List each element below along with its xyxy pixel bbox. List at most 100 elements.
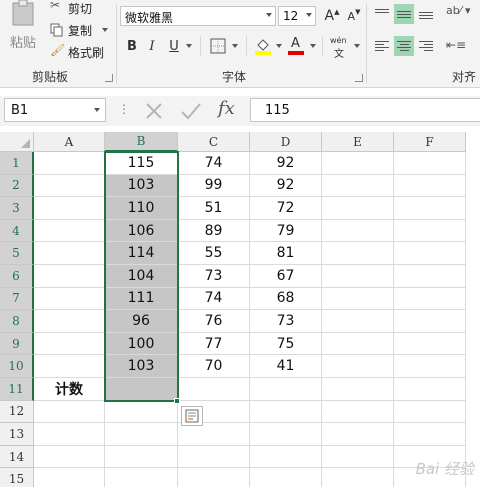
cell-b10[interactable]: 103 [105, 355, 178, 378]
align-left-button[interactable] [372, 36, 392, 56]
cell-a6[interactable] [34, 265, 105, 288]
cell-c2[interactable]: 99 [178, 174, 250, 198]
cell-d9[interactable]: 75 [250, 332, 322, 356]
cell-c4[interactable]: 89 [178, 219, 250, 243]
cell-e15[interactable] [322, 468, 394, 487]
cell-a14[interactable] [34, 445, 105, 469]
cell-e11[interactable] [322, 378, 394, 401]
row-header-3[interactable]: 3 [0, 197, 34, 220]
cell-c6[interactable]: 73 [178, 265, 250, 288]
cell-a8[interactable] [34, 310, 105, 333]
clipboard-launcher-icon[interactable] [105, 74, 113, 82]
column-header-b[interactable]: B [105, 132, 178, 152]
cell-f11[interactable] [394, 378, 466, 401]
font-color-dropdown-icon[interactable] [310, 44, 316, 48]
cell-a7[interactable] [34, 287, 105, 311]
cell-c14[interactable] [178, 445, 250, 469]
cell-f2[interactable] [394, 174, 466, 198]
font-size-dropdown[interactable]: 12 [278, 6, 316, 26]
cell-a4[interactable] [34, 219, 105, 243]
cell-e1[interactable] [322, 152, 394, 175]
cell-f10[interactable] [394, 355, 466, 378]
cell-f7[interactable] [394, 287, 466, 311]
cell-c10[interactable]: 70 [178, 355, 250, 378]
cell-f9[interactable] [394, 332, 466, 356]
shrink-font-button[interactable]: A ▼ [344, 6, 364, 26]
cell-e9[interactable] [322, 332, 394, 356]
row-header-11[interactable]: 11 [0, 378, 34, 401]
bold-button[interactable]: B [124, 36, 140, 56]
cell-d12[interactable] [250, 400, 322, 424]
font-launcher-icon[interactable] [355, 74, 363, 82]
row-header-14[interactable]: 14 [0, 445, 34, 469]
cell-e12[interactable] [322, 400, 394, 424]
cell-c11[interactable] [178, 378, 250, 401]
font-name-dropdown[interactable]: 微软雅黑 [120, 6, 276, 26]
cell-b11[interactable] [105, 378, 178, 401]
phonetic-button[interactable]: wén 文 [330, 36, 352, 60]
cell-d2[interactable]: 92 [250, 174, 322, 198]
cell-f6[interactable] [394, 265, 466, 288]
underline-dropdown-icon[interactable] [186, 44, 192, 48]
borders-dropdown-icon[interactable] [232, 44, 238, 48]
decrease-indent-icon[interactable]: ⇤≡ [446, 38, 466, 52]
cell-d10[interactable]: 41 [250, 355, 322, 378]
cell-d15[interactable] [250, 468, 322, 487]
cell-a3[interactable] [34, 197, 105, 220]
cell-f1[interactable] [394, 152, 466, 175]
row-header-10[interactable]: 10 [0, 355, 34, 378]
column-header-c[interactable]: C [178, 132, 250, 152]
cell-b14[interactable] [105, 445, 178, 469]
column-header-e[interactable]: E [322, 132, 394, 152]
italic-button[interactable]: I [144, 36, 160, 56]
cell-a1[interactable] [34, 152, 105, 175]
cell-d8[interactable]: 73 [250, 310, 322, 333]
cell-f5[interactable] [394, 242, 466, 265]
row-header-9[interactable]: 9 [0, 332, 34, 356]
insert-function-button[interactable]: fx [218, 98, 235, 119]
fill-handle[interactable] [174, 397, 180, 404]
cell-a11[interactable]: 计数 [34, 378, 105, 401]
phonetic-dropdown-icon[interactable] [354, 44, 360, 48]
cell-f3[interactable] [394, 197, 466, 220]
copy-dropdown-icon[interactable] [102, 28, 108, 32]
cell-d4[interactable]: 79 [250, 219, 322, 243]
borders-icon[interactable] [210, 38, 226, 54]
cell-e10[interactable] [322, 355, 394, 378]
align-middle-button[interactable] [394, 4, 414, 24]
cell-b2[interactable]: 103 [105, 174, 178, 198]
cell-c9[interactable]: 77 [178, 332, 250, 356]
column-header-a[interactable]: A [34, 132, 105, 152]
fill-color-icon[interactable] [254, 37, 272, 55]
underline-button[interactable]: U [166, 36, 182, 56]
more-options-icon[interactable]: ⋮ [118, 102, 130, 116]
row-header-1[interactable]: 1 [0, 152, 34, 175]
cell-f4[interactable] [394, 219, 466, 243]
row-header-15[interactable]: 15 [0, 468, 34, 487]
formula-input[interactable]: 115 [250, 98, 480, 122]
cell-e5[interactable] [322, 242, 394, 265]
cell-b9[interactable]: 100 [105, 332, 178, 356]
grow-font-button[interactable]: A ▲ [322, 6, 342, 26]
row-header-7[interactable]: 7 [0, 287, 34, 311]
cell-e3[interactable] [322, 197, 394, 220]
cell-a9[interactable] [34, 332, 105, 356]
quick-analysis-button[interactable] [181, 405, 203, 426]
row-header-6[interactable]: 6 [0, 265, 34, 288]
cell-b6[interactable]: 104 [105, 265, 178, 288]
cell-b4[interactable]: 106 [105, 219, 178, 243]
cell-b7[interactable]: 111 [105, 287, 178, 311]
cell-c1[interactable]: 74 [178, 152, 250, 175]
cell-c3[interactable]: 51 [178, 197, 250, 220]
cell-a12[interactable] [34, 400, 105, 424]
row-header-5[interactable]: 5 [0, 242, 34, 265]
cell-d11[interactable] [250, 378, 322, 401]
row-header-4[interactable]: 4 [0, 219, 34, 243]
cell-a5[interactable] [34, 242, 105, 265]
align-center-button[interactable] [394, 36, 414, 56]
row-header-8[interactable]: 8 [0, 310, 34, 333]
align-bottom-button[interactable] [416, 4, 436, 24]
cell-c5[interactable]: 55 [178, 242, 250, 265]
cell-d14[interactable] [250, 445, 322, 469]
cell-e8[interactable] [322, 310, 394, 333]
